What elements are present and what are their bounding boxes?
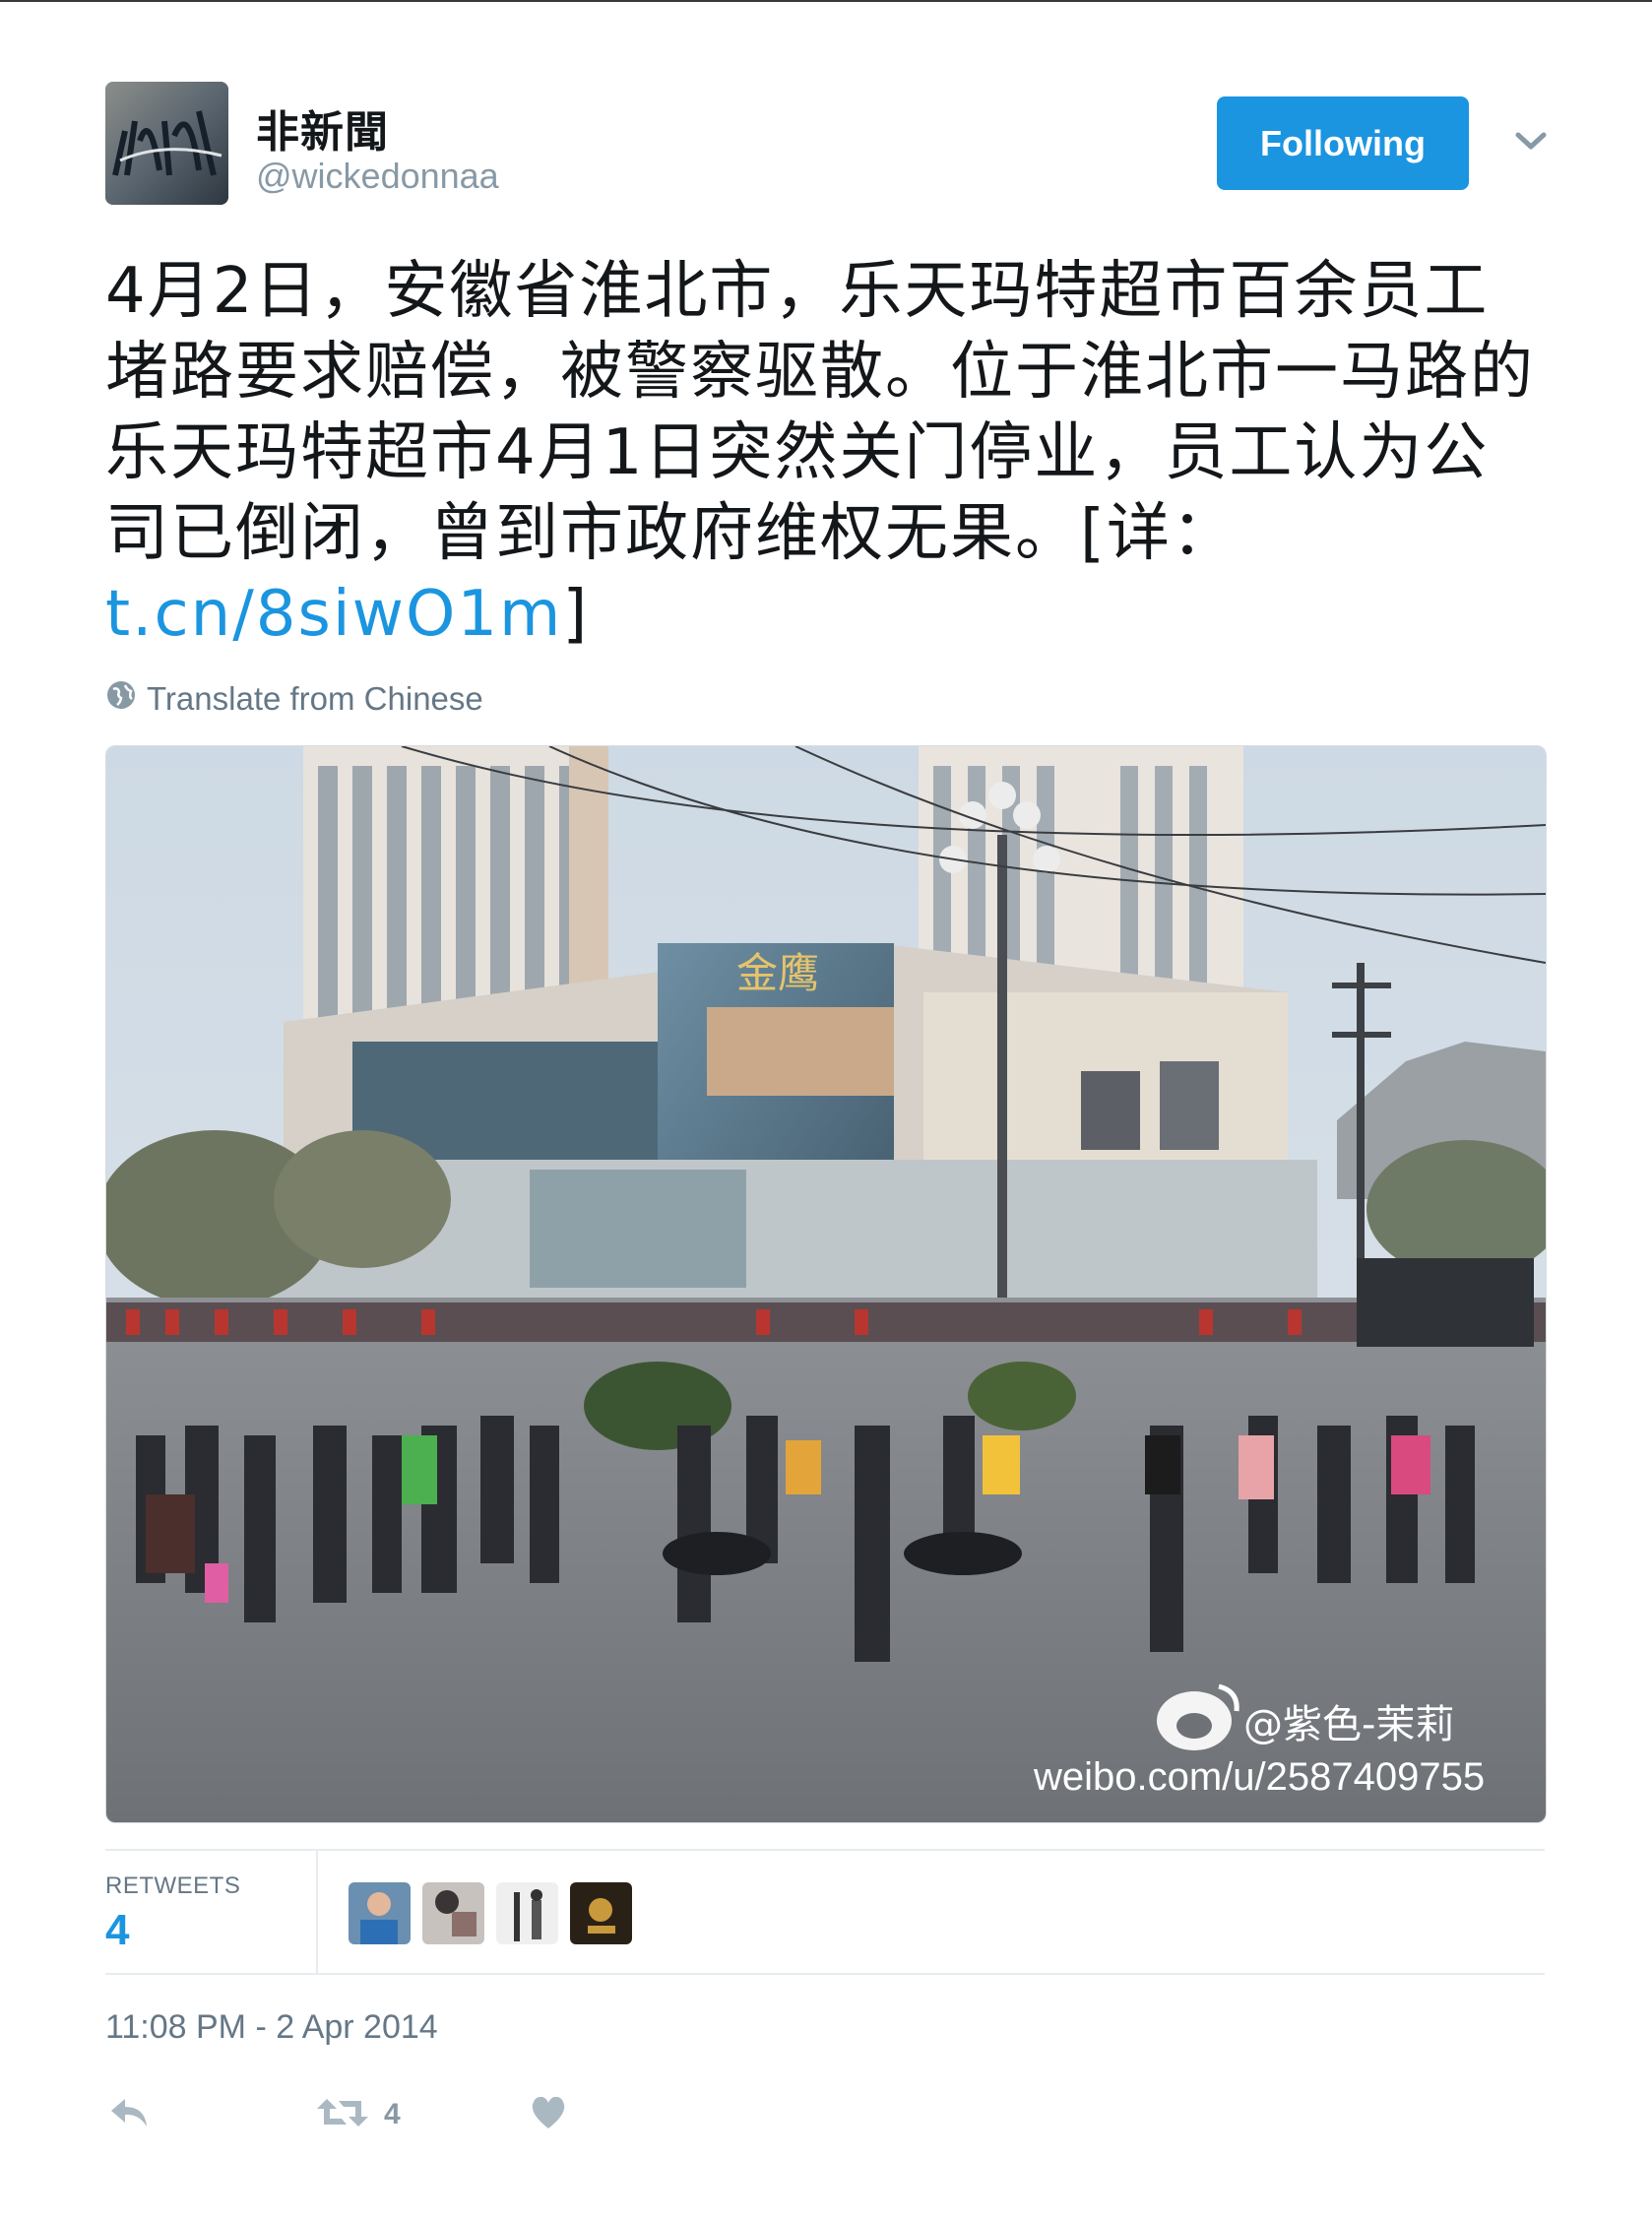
globe-icon (105, 679, 137, 719)
following-button[interactable]: Following (1217, 96, 1469, 190)
avatar[interactable] (105, 82, 228, 205)
tweet-text: 4月2日，安徽省淮北市，乐天玛特超市百余员工堵路要求赔偿，被警察驱散。位于淮北市… (105, 251, 1553, 655)
stats-divider (316, 1851, 318, 1973)
tweet-text-body: 4月2日，安徽省淮北市，乐天玛特超市百余员工堵路要求赔偿，被警察驱散。位于淮北市… (105, 255, 1535, 570)
watermark-url: weibo.com/u/2587409755 (1033, 1755, 1485, 1799)
chevron-down-icon[interactable] (1508, 118, 1554, 163)
tweet-link[interactable]: t.cn/8siwO1m (105, 578, 562, 651)
retweeter-avatar[interactable] (349, 1882, 411, 1944)
tweet-photo[interactable]: 金鹰 @紫色-茉莉 weibo.com/u/2587409755 (105, 745, 1547, 1823)
tweet-timestamp[interactable]: 11:08 PM - 2 Apr 2014 (105, 2008, 438, 2047)
translate-label: Translate from Chinese (147, 680, 483, 717)
reply-button[interactable] (105, 2087, 153, 2142)
watermark-user: @紫色-茉莉 (1243, 1702, 1454, 1747)
display-name[interactable]: 非新聞 (256, 96, 389, 159)
retweeter-avatar[interactable] (422, 1882, 484, 1944)
retweets-label[interactable]: RETWEETS (105, 1872, 240, 1900)
retweets-count[interactable]: 4 (105, 1906, 129, 1955)
heart-icon (527, 2091, 570, 2139)
retweet-icon (315, 2089, 370, 2141)
like-button[interactable] (527, 2087, 570, 2142)
tweet-card: 非新聞 @wickedonnaa Following 4月2日，安徽省淮北市，乐… (0, 0, 1652, 2221)
translate-link[interactable]: Translate from Chinese (105, 679, 483, 719)
tweet-stats: RETWEETS 4 (105, 1849, 1545, 1975)
retweet-action-count: 4 (384, 2098, 401, 2130)
retweeter-avatar[interactable] (570, 1882, 632, 1944)
retweeter-avatars (349, 1882, 632, 1944)
reply-icon (105, 2089, 153, 2141)
retweet-button[interactable]: 4 (315, 2087, 401, 2142)
tweet-text-tail: ] (562, 578, 590, 651)
user-handle[interactable]: @wickedonnaa (256, 156, 499, 197)
mall-sign: 金鹰 (736, 949, 819, 997)
tweet-actions: 4 (105, 2087, 696, 2146)
retweeter-avatar[interactable] (496, 1882, 558, 1944)
